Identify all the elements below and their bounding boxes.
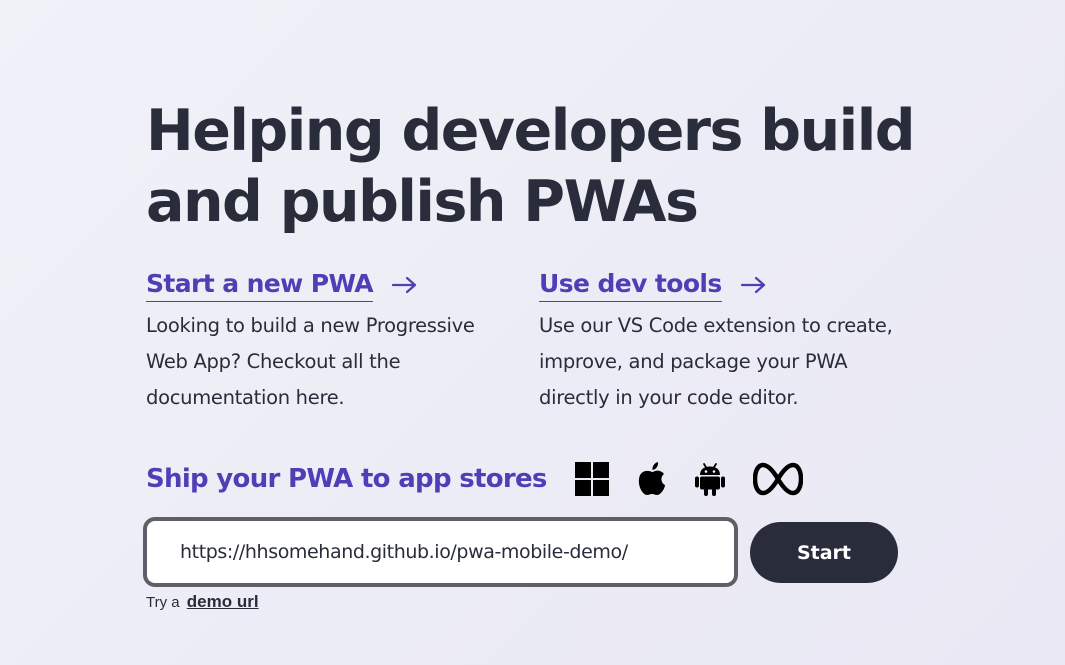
arrow-right-icon — [740, 276, 765, 294]
url-input-container — [143, 517, 738, 587]
use-dev-tools-link-label: Use dev tools — [539, 268, 722, 302]
windows-icon — [574, 462, 609, 496]
arrow-right-icon — [391, 276, 417, 294]
demo-url-link[interactable]: demo url — [187, 592, 259, 611]
start-button[interactable]: Start — [750, 522, 898, 583]
meta-icon — [752, 462, 803, 496]
feature-dev-tools: Use dev tools Use our VS Code extension … — [539, 268, 919, 416]
android-icon — [694, 462, 725, 496]
url-input[interactable] — [147, 541, 734, 563]
demo-hint: Try a demo url — [146, 592, 259, 612]
apple-icon — [637, 462, 667, 496]
hero-title: Helping developers build and publish PWA… — [146, 98, 916, 235]
start-new-pwa-link[interactable]: Start a new PWA — [146, 268, 419, 302]
demo-hint-prefix: Try a — [146, 594, 180, 611]
use-dev-tools-link[interactable]: Use dev tools — [539, 268, 768, 302]
start-new-pwa-link-label: Start a new PWA — [146, 268, 374, 302]
app-stores-title: Ship your PWA to app stores — [146, 464, 547, 494]
app-stores-row: Ship your PWA to app stores — [146, 455, 831, 503]
start-new-pwa-description: Looking to build a new Progressive Web A… — [146, 314, 475, 409]
feature-start-new-pwa: Start a new PWA Looking to build a new P… — [146, 268, 518, 416]
use-dev-tools-description: Use our VS Code extension to create, imp… — [539, 314, 893, 409]
